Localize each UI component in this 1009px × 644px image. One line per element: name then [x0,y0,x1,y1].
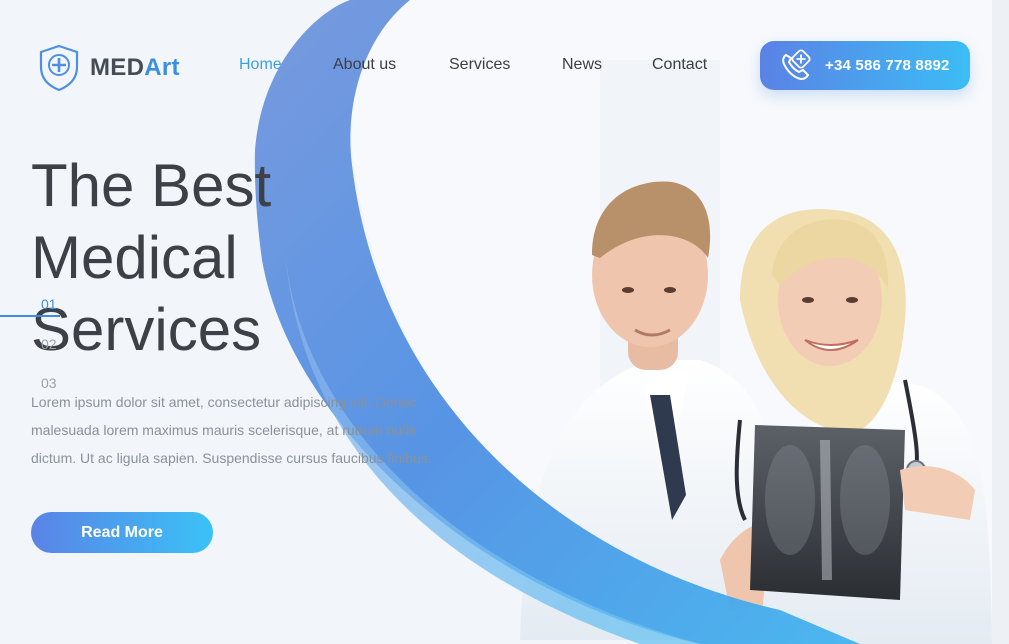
read-more-button[interactable]: Read More [31,512,213,553]
nav-item-news[interactable]: News [562,56,602,74]
hero-title-line: Services [31,296,262,363]
phone-contact-button[interactable]: +34 586 778 8892 [760,41,970,90]
page-edge-strip [992,0,1009,644]
slide-indicator-01[interactable]: 01 [41,296,57,312]
hero-title: The Best Medical Services [31,150,271,366]
shield-plus-icon [39,44,79,92]
brand-name: MEDArt [90,54,180,81]
hero-description: Lorem ipsum dolor sit amet, consectetur … [31,394,432,466]
hero-title-line: Medical [31,224,238,291]
brand-logo[interactable]: MEDArt [38,44,180,92]
slide-indicator-02[interactable]: 02 [41,336,57,352]
phone-number: +34 586 778 8892 [825,57,950,74]
nav-item-services[interactable]: Services [449,56,510,74]
nav-item-about-us[interactable]: About us [333,56,396,74]
hero-title-line: The Best [31,152,272,219]
nav-item-home[interactable]: Home [239,56,282,74]
nav-item-contact[interactable]: Contact [652,56,707,74]
slider-active-line [0,315,60,317]
phone-plus-icon [782,48,811,80]
